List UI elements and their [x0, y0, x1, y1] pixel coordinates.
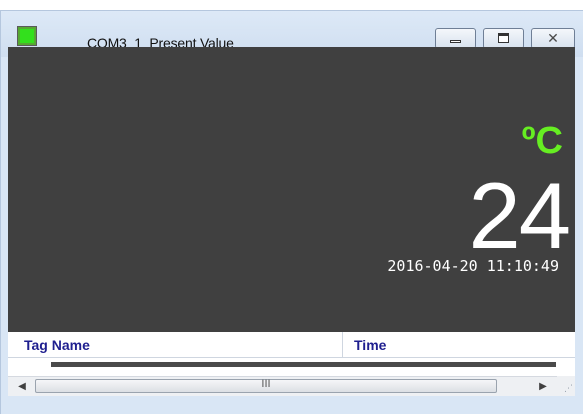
resize-grip-icon[interactable]: ⋰: [557, 376, 575, 396]
table-row-content: [51, 362, 556, 367]
column-header-time[interactable]: Time: [354, 337, 386, 353]
green-square-icon-inner: [20, 29, 34, 43]
horizontal-scrollbar[interactable]: ◀ III ▶: [8, 376, 557, 396]
scroll-thumb[interactable]: III: [35, 378, 497, 393]
unit-label: ºC: [521, 120, 563, 162]
timestamp-label: 2016-04-20 11:10:49: [387, 257, 559, 275]
table-header-row: Tag Name Time: [8, 332, 575, 358]
table-row[interactable]: [8, 362, 575, 367]
green-square-icon: [17, 26, 37, 46]
value-display-panel: ºC 24 2016-04-20 11:10:49: [8, 47, 575, 332]
column-divider[interactable]: [342, 332, 343, 358]
tag-table: Tag Name Time: [8, 332, 575, 378]
scroll-right-icon[interactable]: ▶: [533, 377, 553, 397]
scroll-grip-icon: III: [261, 378, 271, 390]
maximize-button[interactable]: [483, 28, 524, 49]
present-value: 24: [468, 163, 571, 268]
maximize-icon: [498, 33, 509, 43]
minimize-icon: [450, 40, 461, 43]
column-header-tag-name[interactable]: Tag Name: [24, 337, 90, 353]
close-button[interactable]: ✕: [531, 28, 575, 49]
scroll-left-icon[interactable]: ◀: [12, 377, 32, 397]
close-icon: ✕: [547, 30, 559, 46]
minimize-button[interactable]: [435, 28, 476, 49]
